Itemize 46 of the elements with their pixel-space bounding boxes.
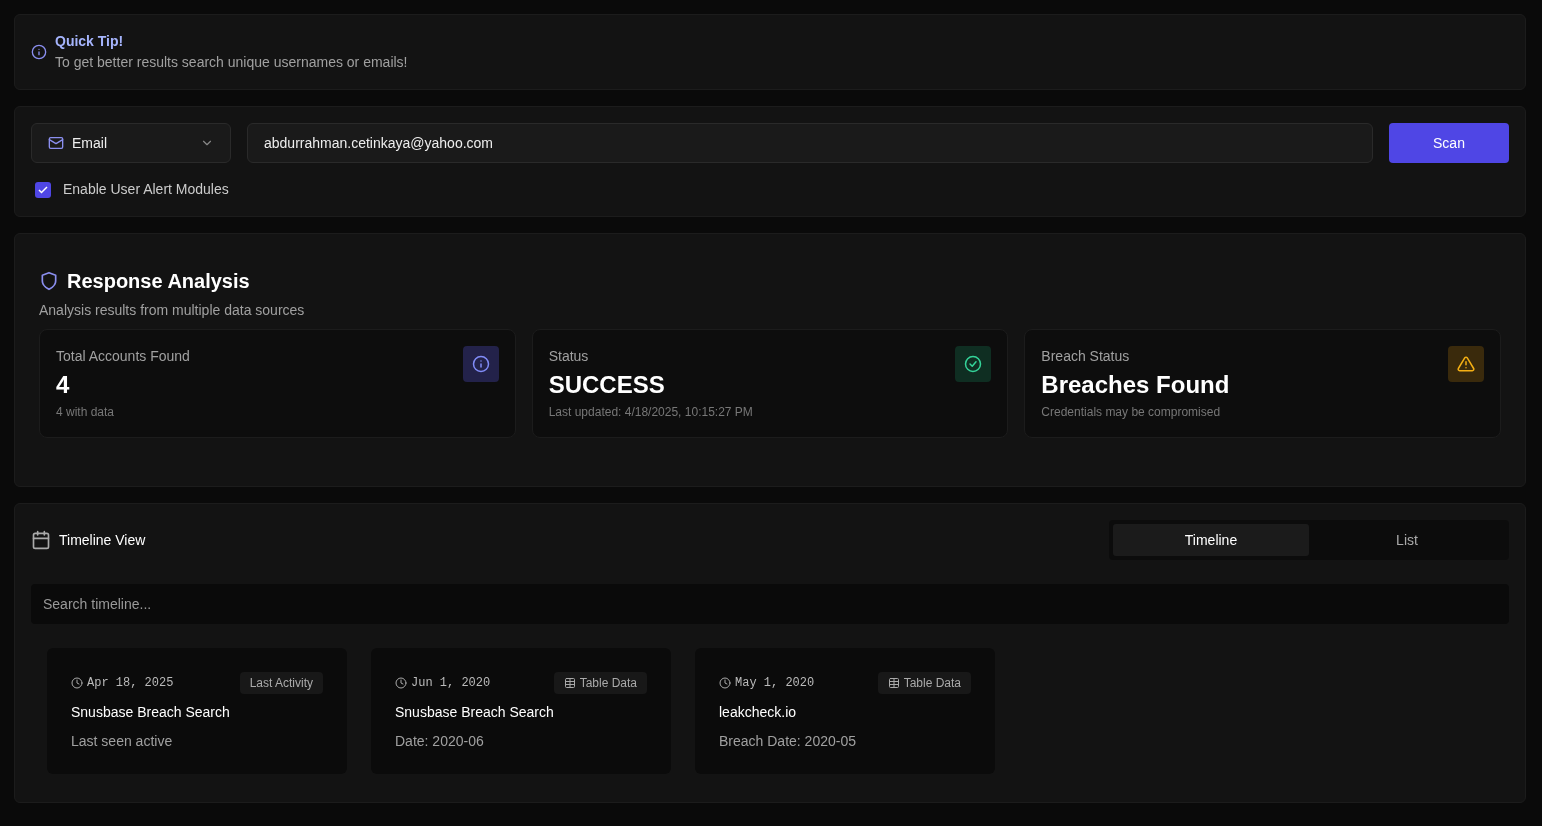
stat-note: Last updated: 4/18/2025, 10:15:27 PM — [548, 404, 754, 421]
stat-value: Breaches Found — [1041, 370, 1231, 400]
search-type-dropdown[interactable]: Email — [31, 123, 231, 163]
mail-icon — [48, 135, 64, 151]
timeline-title: Timeline View — [59, 530, 146, 550]
event-date: Apr 18, 2025 — [87, 675, 174, 692]
event-detail: Last seen active — [71, 732, 174, 751]
search-input[interactable]: abdurrahman.cetinkaya@yahoo.com — [247, 123, 1373, 163]
info-icon — [462, 346, 499, 382]
stat-value: 4 — [56, 370, 71, 400]
event-tag: Table Data — [877, 672, 971, 694]
stat-label: Total Accounts Found — [56, 347, 191, 366]
scan-button[interactable]: Scan — [1389, 123, 1509, 163]
table-icon — [887, 677, 900, 689]
clock-icon — [71, 677, 83, 689]
event-tag: Table Data — [553, 672, 647, 694]
table-icon — [563, 677, 576, 689]
section-subtitle: Analysis results from multiple data sources — [39, 301, 306, 320]
event-title: Snusbase Breach Search — [71, 703, 231, 722]
info-icon — [31, 44, 47, 60]
stat-note: 4 with data — [56, 404, 116, 421]
event-title: leakcheck.io — [719, 703, 798, 722]
calendar-icon — [31, 530, 51, 550]
warning-icon — [1448, 346, 1484, 382]
timeline-search-field[interactable]: Search timeline... — [31, 584, 1509, 624]
event-detail: Date: 2020-06 — [395, 732, 485, 751]
tip-text: To get better results search unique usernames or emails! — [55, 53, 408, 72]
view-tab[interactable]: Timeline — [1113, 524, 1309, 556]
stat-label: Breach Status — [1041, 347, 1131, 366]
shield-icon — [39, 271, 59, 291]
event-tag: Last Activity — [239, 672, 323, 694]
stat-label: Status — [548, 347, 590, 366]
event-date: Jun 1, 2020 — [411, 675, 491, 692]
alert-label: Enable User Alert Modules — [63, 180, 229, 199]
section-title: Response Analysis — [67, 269, 250, 294]
stat-value: SUCCESS — [548, 370, 666, 400]
event-title: Snusbase Breach Search — [395, 703, 555, 722]
clock-icon — [395, 677, 407, 689]
event-date: May 1, 2020 — [735, 675, 815, 692]
clock-icon — [719, 677, 731, 689]
alert-checkbox[interactable] — [35, 181, 51, 198]
view-tab[interactable]: List — [1309, 524, 1505, 556]
check-icon — [37, 183, 49, 196]
stat-note: Credentials may be compromised — [1041, 404, 1222, 421]
event-detail: Breach Date: 2020-05 — [719, 732, 857, 751]
tip-title: Quick Tip! — [55, 32, 125, 51]
